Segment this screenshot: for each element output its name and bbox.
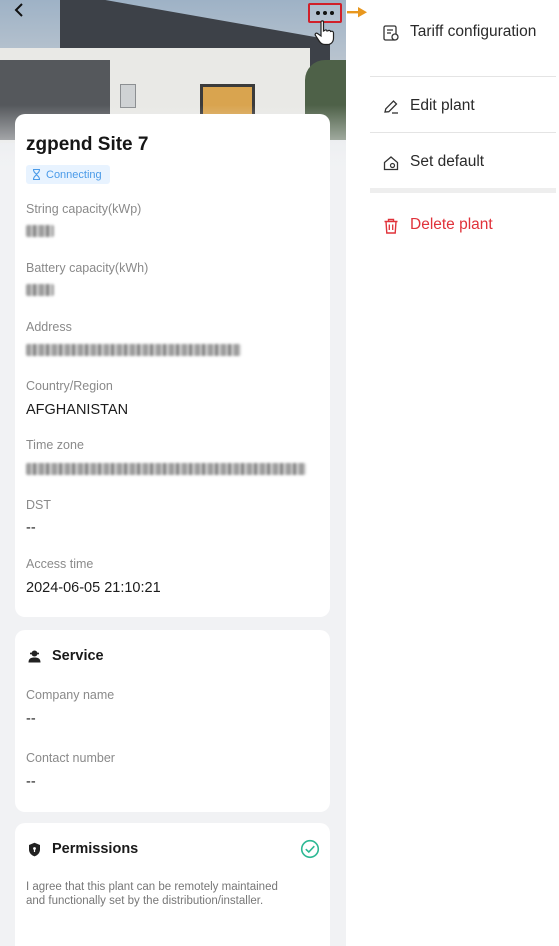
chevron-left-icon [14,3,23,17]
company-name-value: -- [26,711,36,727]
menu-item-set-default[interactable]: Set default [370,152,559,172]
menu-item-label: Edit plant [410,97,475,114]
more-options-menu: Tariff configuration Edit plant Set defa… [370,0,559,946]
service-title: Service [52,648,104,664]
permissions-card: Permissions I agree that this plant can … [15,823,330,946]
more-dot [323,11,327,15]
home-icon [383,156,399,171]
battery-capacity-value-redacted [26,284,54,296]
arrow-right-icon [347,7,367,18]
menu-item-tariff-configuration[interactable]: Tariff configuration [370,22,559,42]
menu-item-delete-plant[interactable]: Delete plant [370,215,559,235]
service-header: Service [27,648,104,664]
trash-icon [384,218,398,234]
back-button[interactable] [12,2,32,22]
shield-icon [29,842,40,856]
contact-number-label: Contact number [26,751,115,765]
menu-item-label: Delete plant [410,216,493,233]
access-time-value: 2024-06-05 21:10:21 [26,580,161,596]
service-card: Service Company name -- Contact number -… [15,630,330,812]
person-icon [28,650,41,662]
string-capacity-label: String capacity(kWp) [26,202,142,216]
menu-divider [370,76,556,77]
menu-divider [370,188,556,193]
time-zone-value-redacted [26,463,306,475]
edit-icon [384,100,398,114]
menu-divider [370,132,556,133]
time-zone-label: Time zone [26,438,84,452]
address-label: Address [26,320,72,334]
hand-pointer-icon [314,20,335,46]
status-badge: Connecting [26,165,110,184]
company-name-label: Company name [26,688,115,702]
menu-item-edit-plant[interactable]: Edit plant [370,96,559,116]
menu-item-label: Set default [410,153,485,170]
permissions-title: Permissions [52,841,139,857]
hourglass-icon [32,169,41,180]
plant-info-card: zgpend Site 7 Connecting String capacity… [15,114,330,617]
status-text: Connecting [46,168,102,181]
contact-number-value: -- [26,774,36,790]
access-time-label: Access time [26,557,94,571]
plant-name: zgpend Site 7 [26,134,149,155]
permissions-header: Permissions [27,841,138,857]
check-circle-icon[interactable] [300,839,320,859]
permissions-description: I agree that this plant can be remotely … [26,881,278,907]
country-region-label: Country/Region [26,379,113,393]
more-dot [330,11,334,15]
string-capacity-value-redacted [26,225,54,237]
plant-detail-screen: zgpend Site 7 Connecting String capacity… [0,0,346,946]
country-region-value: AFGHANISTAN [26,402,129,418]
more-dot [316,11,320,15]
tariff-icon [383,25,399,41]
address-value-redacted [26,344,241,356]
battery-capacity-label: Battery capacity(kWh) [26,261,149,275]
menu-item-label: Tariff configuration [410,23,537,40]
dst-value: -- [26,520,36,536]
dst-label: DST [26,498,51,512]
